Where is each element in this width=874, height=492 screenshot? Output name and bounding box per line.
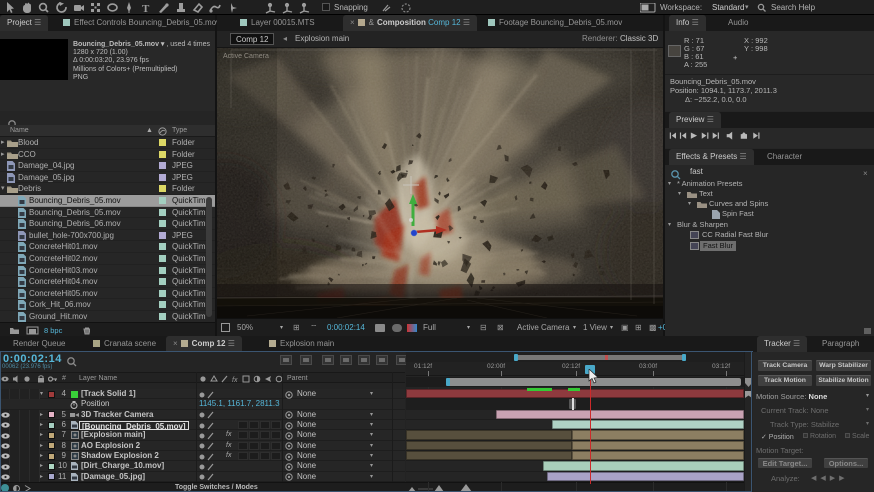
svg-text:Active Camera: Active Camera xyxy=(223,53,269,60)
svg-text:T: T xyxy=(142,3,150,15)
svg-text:fx: fx xyxy=(232,377,238,383)
